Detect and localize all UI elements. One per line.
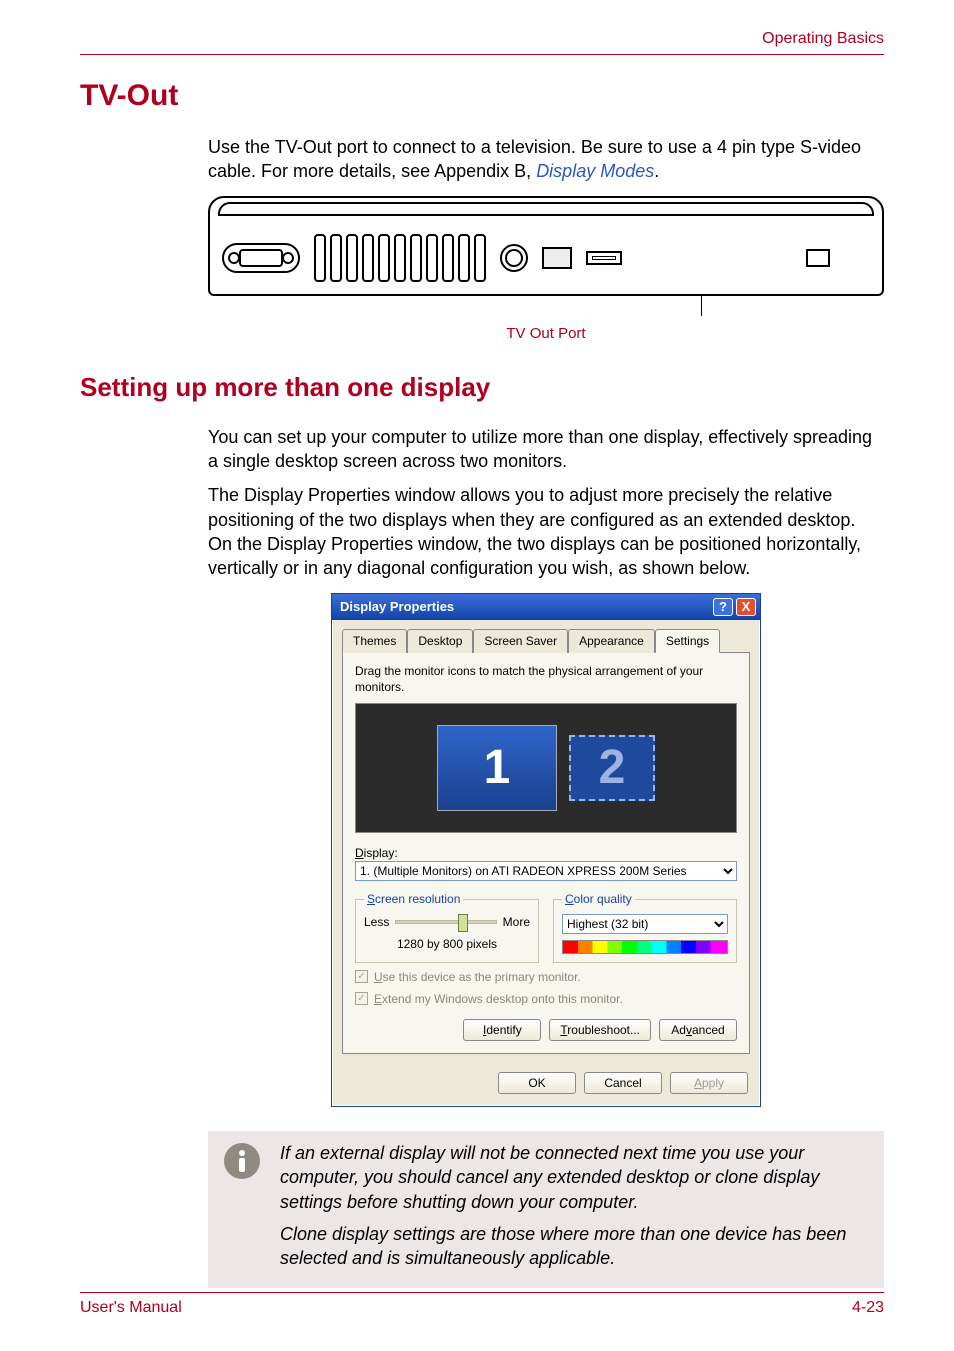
laptop-side-illustration (208, 196, 884, 320)
multi-display-body: You can set up your computer to utilize … (208, 425, 884, 1107)
slider-less-label: Less (364, 914, 389, 930)
footer-right: 4-23 (852, 1299, 884, 1317)
monitor-1-icon[interactable]: 1 (437, 725, 557, 811)
display-select[interactable]: 1. (Multiple Monitors) on ATI RADEON XPR… (355, 861, 737, 881)
resolution-slider[interactable] (395, 920, 496, 924)
monitor-arrangement[interactable]: 1 2 (355, 703, 737, 833)
screen-resolution-group: Screen resolutionScreen resolution Less … (355, 891, 539, 962)
drag-instruction: Drag the monitor icons to match the phys… (355, 663, 737, 695)
vent-icon (314, 234, 486, 282)
tab-desktop[interactable]: Desktop (407, 629, 473, 653)
note-p1: If an external display will not be conne… (280, 1141, 870, 1214)
vga-port-icon (222, 243, 300, 273)
color-quality-group: Color qualityColor quality Highest (32 b… (553, 891, 737, 962)
dialog-title: Display Properties (340, 598, 454, 616)
note-p2: Clone display settings are those where m… (280, 1222, 870, 1271)
tv-out-text: Use the TV-Out port to connect to a tele… (208, 137, 861, 181)
svideo-port-icon (500, 244, 528, 272)
primary-monitor-checkbox: ✓ (355, 970, 368, 983)
advanced-button[interactable]: AdvancedAdvanced (659, 1019, 737, 1041)
display-properties-dialog: Display Properties ? X Themes Desktop Sc… (331, 593, 761, 1107)
page-footer: User's Manual 4-23 (80, 1292, 884, 1317)
apply-button[interactable]: ApplyApply (670, 1072, 748, 1094)
tab-settings[interactable]: Settings (655, 629, 720, 653)
tv-out-port-caption: TV Out Port (208, 324, 884, 344)
dialog-titlebar: Display Properties ? X (332, 594, 760, 620)
info-note: If an external display will not be conne… (208, 1131, 884, 1288)
ok-button[interactable]: OK (498, 1072, 576, 1094)
color-spectrum-icon (562, 940, 728, 954)
resolution-value: 1280 by 800 pixels (364, 936, 530, 952)
display-modes-link[interactable]: Display Modes (536, 161, 654, 181)
close-button[interactable]: X (736, 598, 756, 616)
color-quality-select[interactable]: Highest (32 bit) (562, 914, 728, 934)
tv-out-text-tail: . (654, 161, 659, 181)
extend-desktop-checkbox: ✓ (355, 992, 368, 1005)
small-port-icon (542, 247, 572, 269)
h2-multi-display: Setting up more than one display (80, 372, 884, 403)
slider-more-label: More (503, 914, 530, 930)
identify-button[interactable]: IdentifyIdentify (463, 1019, 541, 1041)
info-icon (222, 1141, 262, 1181)
slot-port-icon (586, 251, 622, 265)
footer-left: User's Manual (80, 1299, 182, 1317)
tabs-row: Themes Desktop Screen Saver Appearance S… (332, 620, 760, 652)
troubleshoot-button[interactable]: Troubleshoot...Troubleshoot... (549, 1019, 651, 1041)
tv-out-body: Use the TV-Out port to connect to a tele… (208, 135, 884, 344)
multi-display-p2: The Display Properties window allows you… (208, 483, 884, 580)
sd-port-icon (806, 249, 830, 267)
cancel-button[interactable]: Cancel (584, 1072, 662, 1094)
tab-themes[interactable]: Themes (342, 629, 407, 653)
tab-appearance[interactable]: Appearance (568, 629, 655, 653)
header-rule (80, 54, 884, 55)
multi-display-p1: You can set up your computer to utilize … (208, 425, 884, 474)
tab-screen-saver[interactable]: Screen Saver (473, 629, 568, 653)
monitor-2-icon[interactable]: 2 (569, 735, 655, 801)
help-button[interactable]: ? (713, 598, 733, 616)
settings-panel: Drag the monitor icons to match the phys… (342, 652, 750, 1054)
h1-tv-out: TV-Out (80, 79, 884, 113)
header-section-label: Operating Basics (80, 30, 884, 48)
